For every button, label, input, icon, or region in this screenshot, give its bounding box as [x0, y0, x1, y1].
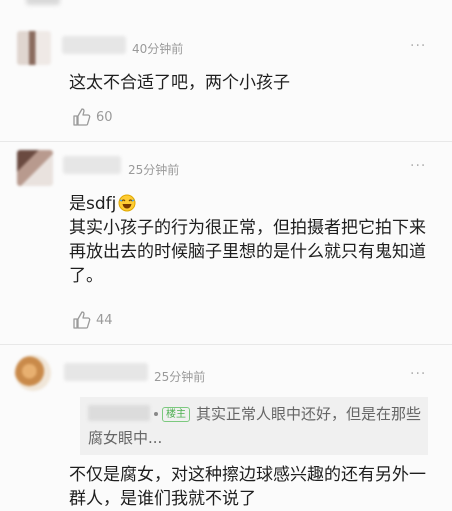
comment-body: 其实小孩子的行为很正常，但拍摄者把它拍下来再放出去的时候脑子里想的是什么就只有鬼…: [69, 218, 426, 286]
thumbs-up-icon: [72, 310, 92, 330]
quoted-reply[interactable]: 楼主 其实正常人眼中还好，但是在那些腐女眼中...: [80, 397, 428, 455]
comment-time: 40分钟前: [132, 42, 184, 56]
avatar[interactable]: [15, 355, 51, 391]
like-button[interactable]: 44: [72, 310, 113, 330]
op-badge: 楼主: [162, 407, 190, 422]
avatar[interactable]: [17, 31, 51, 65]
like-count: 44: [96, 312, 113, 328]
username-blurred[interactable]: [64, 363, 148, 381]
like-button[interactable]: 60: [72, 107, 113, 127]
avatar[interactable]: [17, 150, 53, 186]
username-blurred[interactable]: [62, 36, 126, 54]
more-options-icon[interactable]: ···: [410, 366, 426, 382]
comment-time: 25分钟前: [154, 370, 206, 384]
previous-content-cutoff: [0, 0, 452, 8]
quoted-username-blurred: [88, 405, 150, 421]
comment-text: 是sdfj 其实小孩子的行为很正常，但拍摄者把它拍下来再放出去的时候脑子里想的是…: [69, 192, 431, 288]
thumbs-up-icon: [72, 107, 92, 127]
username-blurred[interactable]: [63, 156, 121, 174]
comment-text: 这太不合适了吧，两个小孩子: [69, 73, 290, 93]
more-options-icon[interactable]: ···: [410, 158, 426, 174]
more-options-icon[interactable]: ···: [410, 38, 426, 54]
comment-divider: [0, 141, 452, 142]
laughing-emoji-icon: [118, 194, 136, 212]
comment-text: 不仅是腐女，对这种擦边球感兴趣的还有另外一群人，是谁们我就不说了: [69, 465, 426, 509]
separator-dot: [154, 412, 158, 416]
like-count: 60: [96, 109, 113, 125]
comment-mention-line: 是sdfj: [69, 194, 117, 214]
comment-divider: [0, 344, 452, 345]
comment-time: 25分钟前: [128, 163, 180, 177]
